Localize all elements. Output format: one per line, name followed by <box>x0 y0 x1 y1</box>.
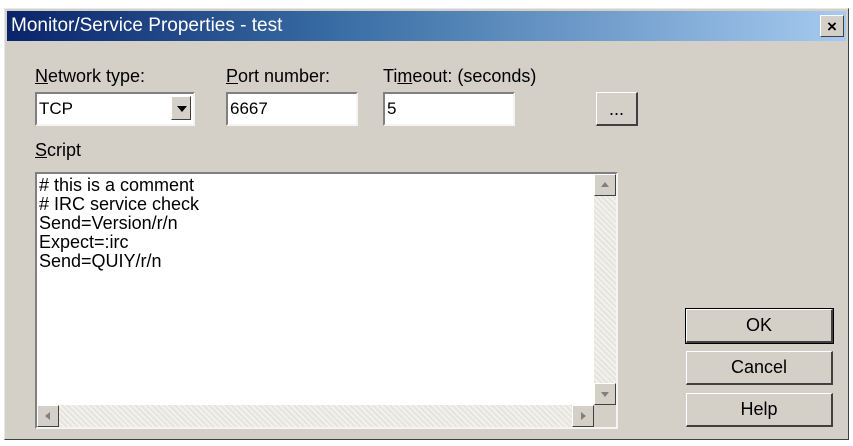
browse-button[interactable]: ... <box>596 92 638 126</box>
help-button[interactable]: Help <box>686 393 833 427</box>
chevron-down-icon[interactable] <box>171 96 191 120</box>
scroll-left-icon[interactable] <box>37 405 59 427</box>
port-number-label: Port number: <box>226 66 331 86</box>
vertical-scrollbar[interactable] <box>594 174 616 405</box>
properties-dialog: Monitor/Service Properties - test × Netw… <box>4 8 849 440</box>
ok-button[interactable]: OK <box>685 308 834 344</box>
timeout-field[interactable]: 5 <box>383 92 515 126</box>
scrollbar-corner <box>594 405 616 427</box>
scroll-up-icon[interactable] <box>594 174 616 196</box>
timeout-label: Timeout: (seconds) <box>383 66 537 86</box>
scroll-down-icon[interactable] <box>594 383 616 405</box>
script-label: Script <box>35 140 82 160</box>
network-type-value: TCP <box>39 99 73 118</box>
port-number-field[interactable]: 6667 <box>226 92 358 126</box>
port-number-value: 6667 <box>230 99 268 118</box>
script-text: # this is a comment # IRC service check … <box>39 175 200 271</box>
title-bar[interactable]: Monitor/Service Properties - test × <box>7 11 846 41</box>
timeout-value: 5 <box>387 99 397 118</box>
window-title: Monitor/Service Properties - test <box>11 15 283 36</box>
close-button[interactable]: × <box>820 15 844 37</box>
network-type-label: Network type: <box>35 66 146 86</box>
scroll-right-icon[interactable] <box>572 405 594 427</box>
horizontal-scrollbar[interactable] <box>37 405 594 427</box>
script-textarea[interactable]: # this is a comment # IRC service check … <box>35 172 618 429</box>
cancel-button[interactable]: Cancel <box>686 351 833 385</box>
close-icon: × <box>827 17 837 36</box>
network-type-select[interactable]: TCP <box>35 92 195 126</box>
